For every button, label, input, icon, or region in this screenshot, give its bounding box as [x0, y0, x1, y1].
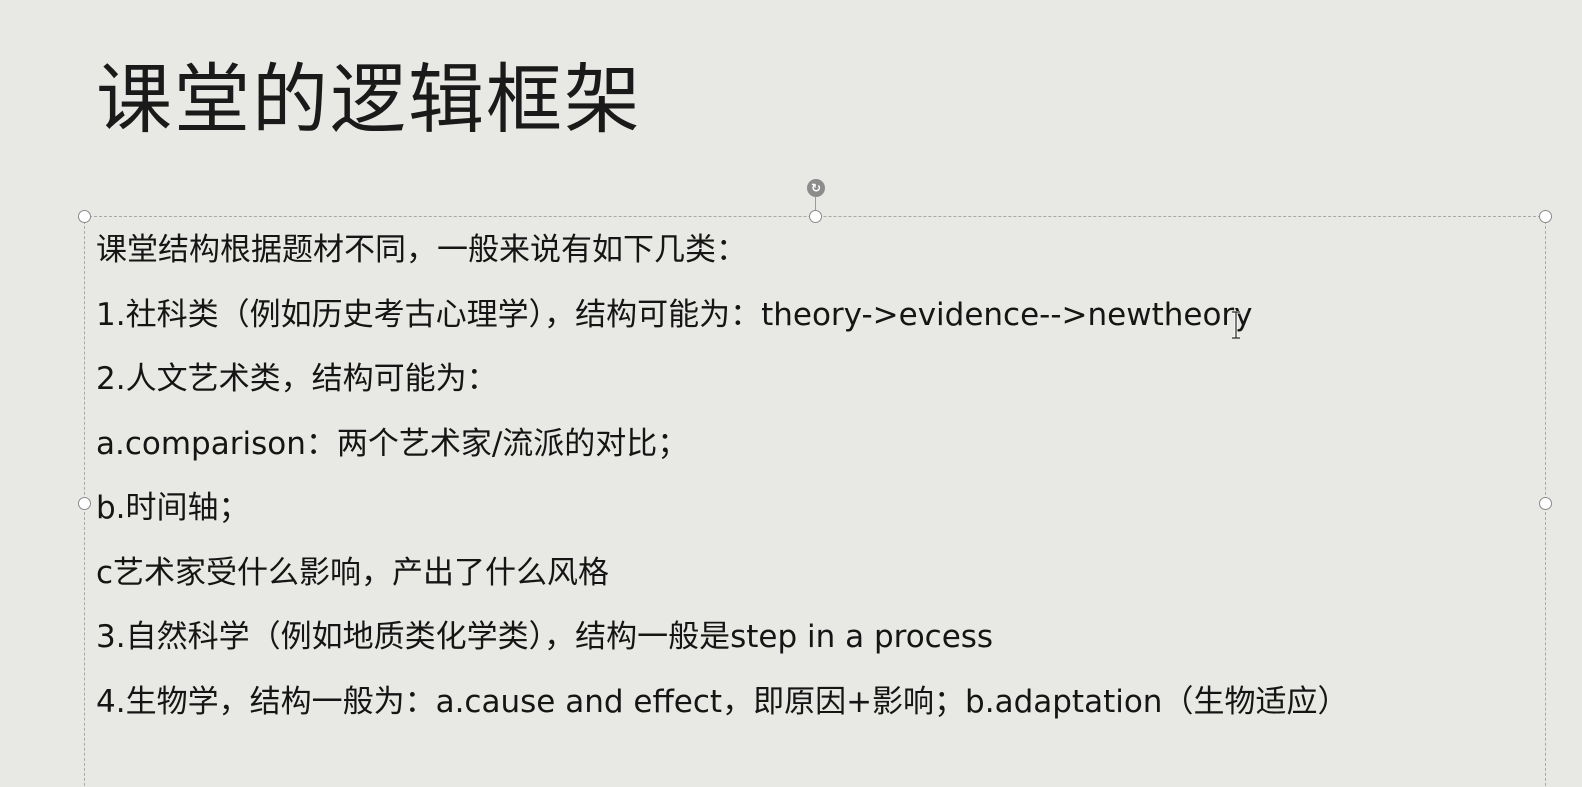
resize-handle-top-right[interactable]	[1539, 210, 1552, 223]
body-line: c艺术家受什么影响，产出了什么风格	[96, 554, 610, 591]
body-line: 1.社科类（例如历史考古心理学），结构可能为：theory->evidence-…	[96, 296, 1253, 333]
body-line: 3.自然科学（例如地质类化学类），结构一般是step in a process	[96, 619, 994, 655]
resize-handle-top-left[interactable]	[78, 210, 91, 223]
slide-canvas: 课堂的逻辑框架 ↻ 课堂结构根据题材不同，一般来说有如下几类： 1.社科类（例如…	[0, 0, 1582, 787]
i-beam-cursor-icon	[1232, 311, 1240, 339]
resize-handle-middle-left[interactable]	[78, 497, 91, 510]
body-line: 4.生物学，结构一般为：a.cause and effect，即原因+影响；b.…	[96, 683, 1349, 720]
body-line: b.时间轴；	[96, 490, 250, 526]
resize-handle-top-center[interactable]	[809, 210, 822, 223]
slide-title[interactable]: 课堂的逻辑框架	[96, 52, 642, 148]
rotate-handle-stem	[815, 197, 816, 210]
body-line: 课堂结构根据题材不同，一般来说有如下几类：	[96, 232, 747, 268]
rotate-icon[interactable]: ↻	[807, 179, 825, 197]
body-line: 2.人文艺术类，结构可能为：	[96, 361, 498, 397]
text-box-content[interactable]: 课堂结构根据题材不同，一般来说有如下几类： 1.社科类（例如历史考古心理学），结…	[96, 224, 1348, 740]
resize-handle-middle-right[interactable]	[1539, 497, 1552, 510]
body-line: a.comparison：两个艺术家/流派的对比；	[96, 425, 689, 462]
